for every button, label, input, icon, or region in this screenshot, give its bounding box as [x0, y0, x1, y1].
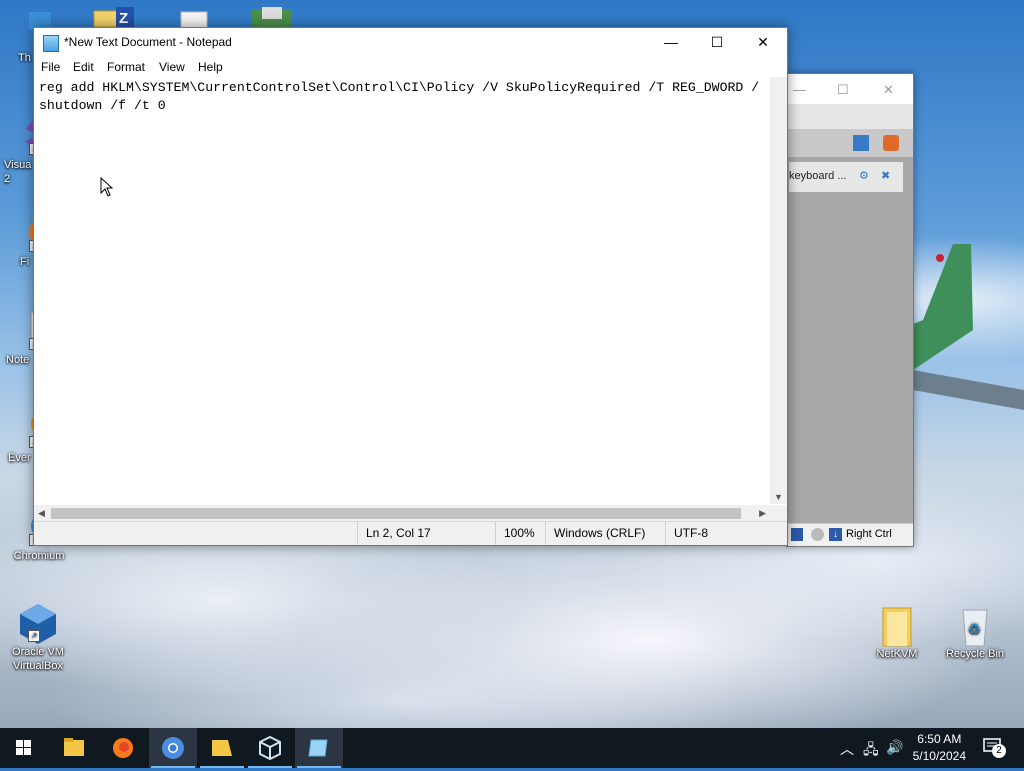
status-icon [791, 528, 803, 541]
desktop-icon-label: Recycle Bin [945, 648, 1005, 660]
notepad-titlebar[interactable]: *New Text Document - Notepad — ☐ ✕ [34, 28, 787, 57]
scroll-thumb[interactable] [51, 508, 741, 519]
taskbar-folder[interactable] [198, 728, 246, 768]
minimize-button[interactable]: — [648, 28, 694, 57]
vbox-header [787, 104, 913, 129]
volume-icon[interactable]: 🔊 [886, 739, 903, 756]
zoom-level: 100% [495, 522, 544, 545]
notification-count-badge: 2 [992, 744, 1006, 758]
virtualbox-icon: ↗ [18, 602, 58, 644]
vbox-titlebar[interactable]: — ☐ ✕ [787, 74, 913, 104]
minimize-button[interactable]: — [793, 82, 806, 97]
menu-bar: File Edit Format View Help [34, 57, 787, 77]
firefox-icon [113, 738, 133, 758]
show-hidden-icons-chevron-up-icon[interactable]: ︿ [840, 739, 854, 759]
host-key-label: Right Ctrl [846, 528, 892, 540]
file-explorer-icon [64, 738, 84, 756]
chromium-icon [162, 737, 184, 759]
encoding: UTF-8 [665, 522, 774, 545]
scrollbar-corner [770, 505, 787, 522]
menu-view[interactable]: View [159, 60, 185, 74]
folder-zip-icon[interactable]: Z [92, 5, 136, 28]
line-ending: Windows (CRLF) [545, 522, 664, 545]
clock[interactable]: 6:50 AM 5/10/2024 [913, 731, 966, 765]
desktop-icon-netkvm[interactable]: NetKVM [862, 604, 932, 661]
windows-logo-icon [16, 740, 31, 755]
cursor-position: Ln 2, Col 17 [357, 522, 496, 545]
host-key-icon: ↓ [829, 528, 842, 541]
notepad-icon [308, 739, 328, 757]
menu-edit[interactable]: Edit [73, 60, 94, 74]
menu-help[interactable]: Help [198, 60, 223, 74]
notepad-icon [43, 35, 59, 52]
taskbar-file-explorer[interactable] [50, 728, 98, 768]
text-editor-area[interactable]: reg add HKLM\SYSTEM\CurrentControlSet\Co… [34, 77, 770, 504]
snapshots-icon[interactable] [883, 135, 899, 151]
notepad-window[interactable]: *New Text Document - Notepad — ☐ ✕ File … [33, 27, 788, 546]
virtualbox-icon [259, 735, 281, 761]
notification-center-button[interactable]: 2 [982, 736, 1008, 760]
scroll-down-icon[interactable]: ▼ [774, 492, 783, 502]
window-title: *New Text Document - Notepad [64, 35, 232, 49]
scroll-left-icon[interactable]: ◀ [38, 508, 45, 519]
shortcut-arrow-icon: ↗ [28, 630, 40, 642]
close-button[interactable]: ✕ [740, 28, 786, 57]
menu-file[interactable]: File [41, 60, 60, 74]
svg-text:♻: ♻ [968, 622, 981, 638]
vbox-toolbar [787, 129, 913, 157]
blank-file-icon[interactable] [178, 10, 210, 29]
settings-icon[interactable]: ⚙ [859, 169, 869, 182]
vertical-scrollbar[interactable]: ▼ [770, 77, 787, 504]
clock-time: 6:50 AM [917, 732, 962, 746]
status-icon [811, 528, 824, 541]
desktop-icon-label: Oracle VM VirtualBox [12, 646, 64, 672]
clock-date: 5/10/2024 [912, 749, 966, 763]
folder-icon [877, 604, 917, 647]
desktop-icon-label: NetKVM [876, 648, 918, 660]
details-icon[interactable] [853, 135, 869, 151]
discard-icon[interactable]: ✖ [881, 169, 890, 182]
scroll-right-icon[interactable]: ▶ [759, 508, 766, 519]
document-text[interactable]: reg add HKLM\SYSTEM\CurrentControlSet\Co… [34, 77, 770, 117]
recycle-bin-icon: ♻ [955, 604, 995, 647]
desktop-icon-virtualbox[interactable]: ↗ Oracle VM VirtualBox [3, 602, 73, 673]
maximize-button[interactable]: ☐ [837, 82, 849, 98]
desktop-icon-recycle-bin[interactable]: ♻ Recycle Bin [940, 604, 1010, 661]
close-button[interactable]: ✕ [883, 82, 894, 98]
horizontal-scrollbar[interactable]: ◀ ▶ [34, 505, 770, 522]
desktop-icon-label: Chromium [13, 550, 65, 562]
svg-text:Z: Z [119, 10, 128, 27]
vm-item-label: keyboard ... [789, 170, 847, 182]
taskbar-chromium[interactable] [149, 728, 197, 768]
start-button[interactable] [0, 728, 48, 768]
vbox-statusbar: ↓ Right Ctrl [787, 523, 913, 546]
network-tool-icon[interactable] [248, 5, 298, 27]
vbox-vm-list-item[interactable]: keyboard ... ⚙ ✖ [789, 162, 903, 192]
menu-format[interactable]: Format [107, 60, 145, 74]
mouse-cursor-icon [100, 176, 114, 200]
network-icon[interactable]: 🖧 [863, 739, 879, 763]
folder-icon [212, 740, 232, 756]
airplane-wallpaper-detail [913, 240, 1024, 420]
taskbar-virtualbox[interactable] [246, 728, 294, 768]
maximize-button[interactable]: ☐ [694, 28, 740, 57]
status-bar: Ln 2, Col 17 100% Windows (CRLF) UTF-8 [34, 521, 787, 545]
taskbar-notepad[interactable] [295, 728, 343, 768]
virtualbox-manager-window[interactable]: — ☐ ✕ keyboard ... ⚙ ✖ ↓ Right Ctrl [786, 73, 914, 547]
taskbar: ︿ 🖧 🔊 6:50 AM 5/10/2024 2 [0, 728, 1024, 768]
taskbar-firefox[interactable] [99, 728, 147, 768]
